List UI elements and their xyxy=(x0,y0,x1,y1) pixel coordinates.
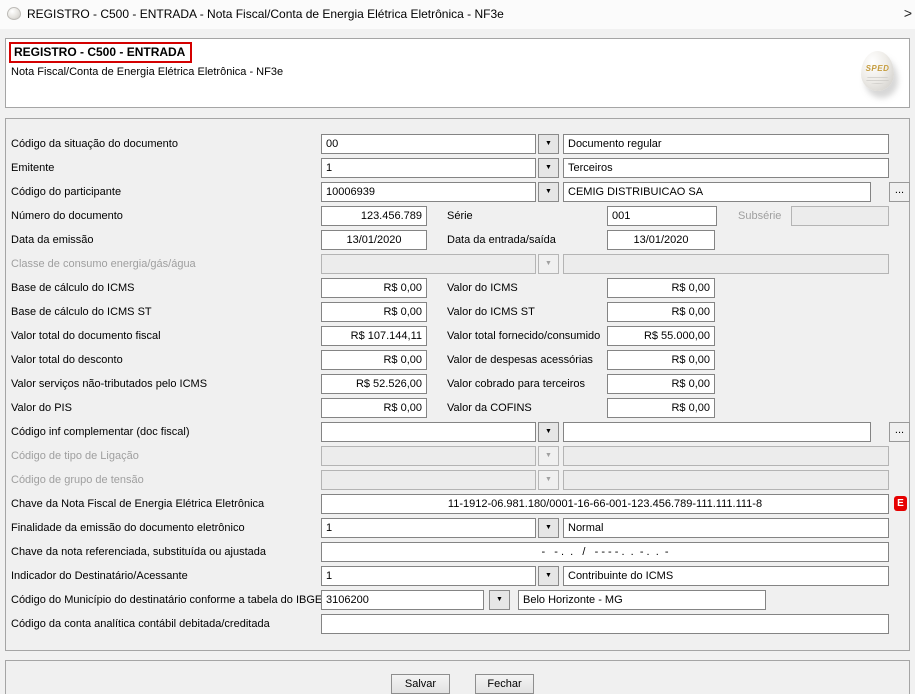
chave-nf3e-label: Chave da Nota Fiscal de Energia Elétrica… xyxy=(11,494,264,514)
valor-servicos-nao-tributados-label: Valor serviços não-tributados pelo ICMS xyxy=(11,374,207,394)
participante-description[interactable]: CEMIG DISTRIBUICAO SA xyxy=(563,182,871,202)
cod-inf-complementar-input[interactable] xyxy=(321,422,536,442)
footer-panel: Salvar Fechar xyxy=(5,660,910,694)
valor-total-documento-input[interactable]: R$ 107.144,11 xyxy=(321,326,427,346)
bc-icms-st-label: Base de cálculo do ICMS ST xyxy=(11,302,152,322)
header-panel: REGISTRO - C500 - ENTRADA Nota Fiscal/Co… xyxy=(5,38,910,108)
classe-consumo-dropdown-button: ▼ xyxy=(538,254,559,274)
grupo-tensao-label: Código de grupo de tensão xyxy=(11,470,144,490)
participante-browse-button[interactable]: ... xyxy=(889,182,910,202)
municipio-ibge-input[interactable]: 3106200 xyxy=(321,590,484,610)
participante-input[interactable]: 10006939 xyxy=(321,182,536,202)
bc-icms-st-input2[interactable]: R$ 0,00 xyxy=(607,302,715,322)
valor-desconto-input2[interactable]: R$ 0,00 xyxy=(607,350,715,370)
emitente-input[interactable]: 1 xyxy=(321,158,536,178)
form-panel: Código da situação do documento00▼Docume… xyxy=(5,118,910,651)
data-emissao-label2: Data da entrada/saída xyxy=(447,230,556,250)
conta-analitica-label: Código da conta analítica contábil debit… xyxy=(11,614,270,634)
indicador-destinatario-dropdown-button[interactable]: ▼ xyxy=(538,566,559,586)
municipio-ibge-dropdown-button[interactable]: ▼ xyxy=(489,590,510,610)
valor-pis-input2[interactable]: R$ 0,00 xyxy=(607,398,715,418)
tipo-ligacao-description xyxy=(563,446,889,466)
emitente-label: Emitente xyxy=(11,158,54,178)
valor-desconto-label: Valor total do desconto xyxy=(11,350,123,370)
cod-inf-complementar-label: Código inf complementar (doc fiscal) xyxy=(11,422,190,442)
chave-nf3e-input[interactable]: 11-1912-06.981.180/0001-16-66-001-123.45… xyxy=(321,494,889,514)
emitente-dropdown-button[interactable]: ▼ xyxy=(538,158,559,178)
emitente-description[interactable]: Terceiros xyxy=(563,158,889,178)
numero-documento-subserie-label: Subsérie xyxy=(738,206,781,226)
chave-referenciada-label: Chave da nota referenciada, substituída … xyxy=(11,542,266,562)
sped-egg-body: SPED xyxy=(861,51,894,91)
register-title: REGISTRO - C500 - ENTRADA xyxy=(9,42,192,63)
close-button[interactable]: Fechar xyxy=(475,674,534,694)
sped-egg-icon xyxy=(7,7,21,20)
valor-total-documento-input2[interactable]: R$ 55.000,00 xyxy=(607,326,715,346)
bc-icms-input2[interactable]: R$ 0,00 xyxy=(607,278,715,298)
finalidade-emissao-input[interactable]: 1 xyxy=(321,518,536,538)
bc-icms-input[interactable]: R$ 0,00 xyxy=(321,278,427,298)
valor-servicos-nao-tributados-input2[interactable]: R$ 0,00 xyxy=(607,374,715,394)
sped-logo-icon: SPED xyxy=(859,51,897,95)
data-emissao-label: Data da emissão xyxy=(11,230,94,250)
grupo-tensao-description xyxy=(563,470,889,490)
chevron-right-icon[interactable]: > xyxy=(904,5,912,21)
finalidade-emissao-description[interactable]: Normal xyxy=(563,518,889,538)
grupo-tensao-dropdown-button: ▼ xyxy=(538,470,559,490)
situacao-documento-dropdown-button[interactable]: ▼ xyxy=(538,134,559,154)
numero-documento-input[interactable]: 123.456.789 xyxy=(321,206,427,226)
data-emissao-input2[interactable]: 13/01/2020 xyxy=(607,230,715,250)
cod-inf-complementar-description[interactable] xyxy=(563,422,871,442)
bc-icms-label2: Valor do ICMS xyxy=(447,278,518,298)
save-button[interactable]: Salvar xyxy=(391,674,450,694)
window: REGISTRO - C500 - ENTRADA - Nota Fiscal/… xyxy=(0,0,915,694)
numero-documento-serie-label: Série xyxy=(447,206,473,226)
window-title: REGISTRO - C500 - ENTRADA - Nota Fiscal/… xyxy=(27,7,504,21)
situacao-documento-label: Código da situação do documento xyxy=(11,134,178,154)
numero-documento-label: Número do documento xyxy=(11,206,123,226)
participante-dropdown-button[interactable]: ▼ xyxy=(538,182,559,202)
situacao-documento-input[interactable]: 00 xyxy=(321,134,536,154)
municipio-ibge-label: Código do Município do destinatário conf… xyxy=(11,590,322,610)
bc-icms-st-input[interactable]: R$ 0,00 xyxy=(321,302,427,322)
grupo-tensao-input xyxy=(321,470,536,490)
municipio-ibge-description[interactable]: Belo Horizonte - MG xyxy=(518,590,766,610)
chave-referenciada-input[interactable]: - - . . / - - - - . . - . . - xyxy=(321,542,889,562)
classe-consumo-label: Classe de consumo energia/gás/água xyxy=(11,254,196,274)
valor-desconto-input[interactable]: R$ 0,00 xyxy=(321,350,427,370)
indicador-destinatario-input[interactable]: 1 xyxy=(321,566,536,586)
cod-inf-complementar-dropdown-button[interactable]: ▼ xyxy=(538,422,559,442)
valor-pis-input[interactable]: R$ 0,00 xyxy=(321,398,427,418)
numero-documento-serie-input[interactable]: 001 xyxy=(607,206,717,226)
valor-servicos-nao-tributados-input[interactable]: R$ 52.526,00 xyxy=(321,374,427,394)
numero-documento-subserie-input xyxy=(791,206,889,226)
conta-analitica-input[interactable] xyxy=(321,614,889,634)
valor-pis-label2: Valor da COFINS xyxy=(447,398,532,418)
tipo-ligacao-label: Código de tipo de Ligação xyxy=(11,446,139,466)
valor-desconto-label2: Valor de despesas acessórias xyxy=(447,350,593,370)
valor-pis-label: Valor do PIS xyxy=(11,398,72,418)
title-bar: REGISTRO - C500 - ENTRADA - Nota Fiscal/… xyxy=(0,0,915,29)
sped-logo-text: SPED xyxy=(861,64,894,73)
classe-consumo-input xyxy=(321,254,536,274)
classe-consumo-description xyxy=(563,254,889,274)
bc-icms-st-label2: Valor do ICMS ST xyxy=(447,302,535,322)
register-subtitle: Nota Fiscal/Conta de Energia Elétrica El… xyxy=(11,66,283,78)
tipo-ligacao-dropdown-button: ▼ xyxy=(538,446,559,466)
indicador-destinatario-label: Indicador do Destinatário/Acessante xyxy=(11,566,188,586)
cod-inf-complementar-browse-button[interactable]: ... xyxy=(889,422,910,442)
finalidade-emissao-label: Finalidade da emissão do documento eletr… xyxy=(11,518,245,538)
bc-icms-label: Base de cálculo do ICMS xyxy=(11,278,135,298)
finalidade-emissao-dropdown-button[interactable]: ▼ xyxy=(538,518,559,538)
valor-servicos-nao-tributados-label2: Valor cobrado para terceiros xyxy=(447,374,585,394)
situacao-documento-description[interactable]: Documento regular xyxy=(563,134,889,154)
participante-label: Código do participante xyxy=(11,182,121,202)
valor-total-documento-label: Valor total do documento fiscal xyxy=(11,326,161,346)
valor-total-documento-label2: Valor total fornecido/consumido xyxy=(447,326,600,346)
chave-nf3e-error-icon: E xyxy=(894,496,907,511)
tipo-ligacao-input xyxy=(321,446,536,466)
data-emissao-input[interactable]: 13/01/2020 xyxy=(321,230,427,250)
sped-egg-lines xyxy=(866,75,889,84)
indicador-destinatario-description[interactable]: Contribuinte do ICMS xyxy=(563,566,889,586)
